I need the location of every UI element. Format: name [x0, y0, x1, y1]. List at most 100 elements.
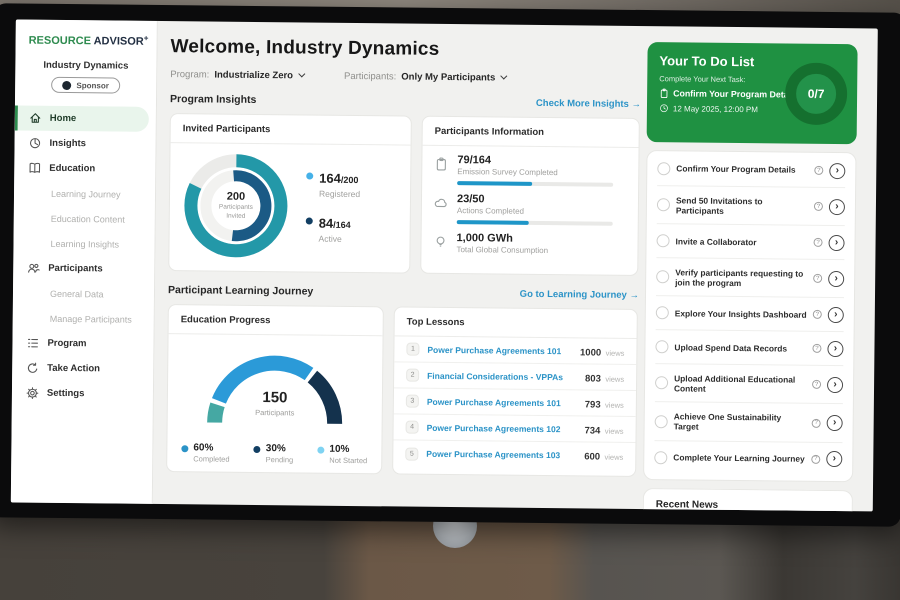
task-checkbox[interactable] [657, 198, 670, 211]
sponsor-badge-label: Sponsor [76, 81, 109, 90]
sidebar-item-insights[interactable]: Insights [14, 130, 155, 156]
task-checkbox[interactable] [655, 377, 668, 390]
chevron-down-icon[interactable] [298, 70, 305, 77]
education-legend: 60% Completed 30% Pending 10% [167, 432, 381, 465]
legend-item-pending: 30% Pending [254, 443, 294, 464]
sidebar-item-participants[interactable]: Participants [13, 255, 154, 281]
logo-secondary: ADVISOR [94, 35, 144, 48]
card-title: Participants Information [423, 117, 639, 148]
invited-donut-chart: 200 Participants Invited [179, 149, 292, 262]
book-icon [28, 162, 41, 175]
program-filter[interactable]: Program:Industrialize Zero [170, 69, 304, 81]
sidebar-item-program[interactable]: Program [12, 330, 153, 356]
info-icon[interactable] [813, 274, 822, 283]
logo-plus: + [144, 34, 149, 43]
task-checkbox[interactable] [657, 162, 670, 175]
lesson-link[interactable]: Power Purchase Agreements 102 [427, 422, 577, 434]
donut-center-label: Participants Invited [210, 204, 262, 221]
task-checkbox[interactable] [655, 340, 668, 353]
todo-summary-card: Your To Do List Complete Your Next Task:… [647, 42, 858, 144]
sidebar-item-learning-journey[interactable]: Learning Journey [14, 180, 155, 206]
todo-due-date: 12 May 2025, 12:00 PM [673, 104, 758, 114]
chevron-right-icon[interactable] [827, 377, 843, 393]
task-row[interactable]: Explore Your Insights Dashboard [656, 296, 844, 332]
legend-item-completed: 60% Completed [181, 442, 229, 464]
chevron-right-icon[interactable] [826, 451, 842, 467]
task-row[interactable]: Send 50 Invitations to Participants [657, 186, 845, 226]
chevron-right-icon[interactable] [828, 235, 844, 251]
task-checkbox[interactable] [657, 234, 670, 247]
lesson-link[interactable]: Power Purchase Agreements 101 [427, 396, 577, 408]
task-row[interactable]: Verify participants requesting to join t… [656, 258, 844, 298]
cloud-icon [434, 196, 448, 210]
sidebar-item-home[interactable]: Home [15, 105, 149, 131]
legend-dot [317, 447, 324, 454]
task-row[interactable]: Upload Additional Educational Content [655, 364, 843, 404]
task-checkbox[interactable] [654, 451, 667, 464]
legend-dot [181, 445, 188, 452]
participants-filter-label: Participants: [344, 71, 396, 83]
info-icon[interactable] [814, 202, 823, 211]
collapse-tasks-link[interactable]: Collapse Tasks [654, 474, 842, 482]
lesson-row[interactable]: 5 Power Purchase Agreements 103 600 view… [393, 440, 635, 469]
section-title-learning-journey: Participant Learning Journey [168, 284, 313, 298]
sidebar-item-label: Manage Participants [50, 313, 132, 324]
task-row[interactable]: Achieve One Sustainability Target [654, 403, 842, 443]
program-filter-value: Industrialize Zero [214, 70, 293, 82]
chevron-right-icon[interactable] [828, 271, 844, 287]
lesson-link[interactable]: Power Purchase Agreements 103 [426, 449, 576, 461]
lesson-row[interactable]: 3 Power Purchase Agreements 101 793 view… [394, 388, 636, 417]
sidebar-nav: Home Insights Education Learning Journey [12, 105, 156, 406]
lesson-row[interactable]: 2 Financial Considerations - VPPAs 803 v… [394, 362, 636, 391]
sidebar-item-general-data[interactable]: General Data [13, 280, 154, 306]
check-more-insights-link[interactable]: Check More Insights → [536, 97, 641, 109]
task-row[interactable]: Upload Spend Data Records [655, 330, 843, 366]
participants-information-card: Participants Information 79/164 Emission… [420, 116, 640, 276]
info-icon[interactable] [813, 310, 822, 319]
info-icon[interactable] [812, 418, 821, 427]
sidebar-item-education[interactable]: Education [14, 155, 155, 181]
sidebar-item-label: Program [47, 338, 86, 349]
education-progress-card: Education Progress 150 Participants [166, 304, 384, 474]
task-row[interactable]: Confirm Your Program Details [657, 152, 845, 188]
sidebar-item-label: Insights [50, 138, 87, 149]
sidebar: RESOURCE ADVISOR+ Industry Dynamics Spon… [11, 19, 158, 503]
chevron-right-icon[interactable] [828, 307, 844, 323]
info-icon[interactable] [812, 380, 821, 389]
lesson-row[interactable]: 4 Power Purchase Agreements 102 734 view… [393, 414, 635, 443]
participants-filter[interactable]: Participants:Only My Participants [344, 71, 506, 84]
task-checkbox[interactable] [656, 306, 669, 319]
org-name: Industry Dynamics [15, 59, 156, 71]
info-icon[interactable] [814, 166, 823, 175]
sidebar-item-take-action[interactable]: Take Action [12, 355, 153, 381]
sidebar-item-settings[interactable]: Settings [12, 380, 153, 406]
lesson-link[interactable]: Financial Considerations - VPPAs [427, 370, 577, 382]
sidebar-item-education-content[interactable]: Education Content [14, 205, 155, 231]
task-row[interactable]: Complete Your Learning Journey [654, 441, 842, 476]
home-icon [29, 112, 42, 125]
sidebar-item-learning-insights[interactable]: Learning Insights [13, 230, 154, 256]
sidebar-item-label: Learning Insights [50, 238, 119, 249]
sidebar-item-manage-participants[interactable]: Manage Participants [13, 305, 154, 331]
task-checkbox[interactable] [655, 415, 668, 428]
sidebar-item-label: Participants [48, 263, 103, 275]
lesson-rank: 4 [406, 421, 419, 434]
info-icon[interactable] [811, 454, 820, 463]
chevron-right-icon[interactable] [829, 162, 845, 178]
lesson-row[interactable]: 1 Power Purchase Agreements 101 1000 vie… [394, 336, 636, 365]
task-row[interactable]: Invite a Collaborator [656, 224, 844, 260]
chevron-down-icon[interactable] [500, 73, 507, 80]
clipboard-icon [434, 157, 448, 171]
chevron-right-icon[interactable] [827, 415, 843, 431]
top-lessons-card: Top Lessons 1 Power Purchase Agreements … [392, 306, 638, 477]
chevron-right-icon[interactable] [827, 341, 843, 357]
gear-icon [26, 387, 39, 400]
go-to-learning-journey-link[interactable]: Go to Learning Journey → [520, 288, 639, 300]
lesson-link[interactable]: Power Purchase Agreements 101 [427, 344, 572, 356]
info-icon[interactable] [814, 238, 823, 247]
info-icon[interactable] [812, 344, 821, 353]
monitor-bezel: RESOURCE ADVISOR+ Industry Dynamics Spon… [0, 3, 900, 527]
photo-background: RESOURCE ADVISOR+ Industry Dynamics Spon… [0, 0, 900, 600]
chevron-right-icon[interactable] [829, 199, 845, 215]
task-checkbox[interactable] [656, 270, 669, 283]
